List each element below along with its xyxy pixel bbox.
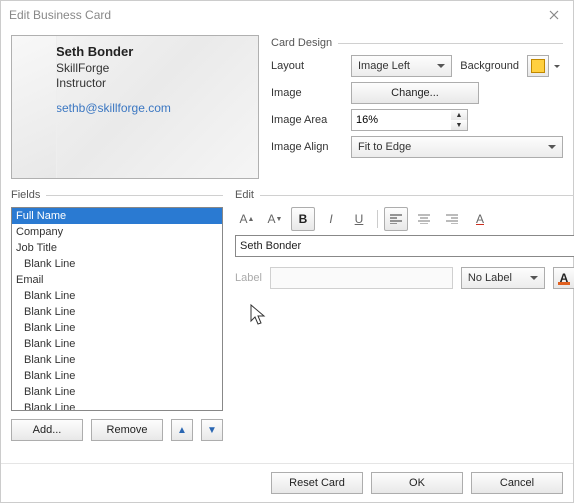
field-item[interactable]: Blank Line: [12, 288, 222, 304]
reset-card-button[interactable]: Reset Card: [271, 472, 363, 494]
field-item[interactable]: Company: [12, 224, 222, 240]
ok-button[interactable]: OK: [371, 472, 463, 494]
cursor-icon: [249, 303, 273, 327]
label-label: Label: [235, 272, 262, 284]
dialog-footer: Reset Card OK Cancel: [1, 463, 573, 502]
field-item[interactable]: Blank Line: [12, 304, 222, 320]
window-title: Edit Business Card: [9, 8, 111, 22]
remove-field-button[interactable]: Remove: [91, 419, 163, 441]
change-image-button[interactable]: Change...: [351, 82, 479, 104]
field-item[interactable]: Job Title: [12, 240, 222, 256]
add-field-button[interactable]: Add...: [11, 419, 83, 441]
field-item[interactable]: Email: [12, 272, 222, 288]
field-item[interactable]: Blank Line: [12, 320, 222, 336]
background-color-picker[interactable]: [527, 55, 549, 77]
field-item[interactable]: Full Name: [12, 208, 222, 224]
image-align-dropdown[interactable]: Fit to Edge: [351, 136, 563, 158]
card-preview: Seth Bonder SkillForge Instructor sethb@…: [11, 35, 259, 179]
edit-legend: Edit: [235, 189, 574, 201]
font-color-button[interactable]: A: [468, 207, 492, 231]
field-item[interactable]: Blank Line: [12, 400, 222, 411]
arrow-up-icon: ▲: [177, 425, 187, 436]
image-area-input[interactable]: [351, 109, 451, 131]
field-item[interactable]: Blank Line: [12, 368, 222, 384]
background-label: Background: [460, 60, 519, 72]
field-item[interactable]: Blank Line: [12, 384, 222, 400]
preview-email: sethb@skillforge.com: [56, 101, 248, 115]
titlebar: Edit Business Card: [1, 1, 573, 29]
move-up-button[interactable]: ▲: [171, 419, 193, 441]
preview-company: SkillForge: [56, 61, 248, 76]
align-center-button[interactable]: [412, 207, 436, 231]
preview-jobtitle: Instructor: [56, 76, 248, 91]
label-font-color-button[interactable]: A: [553, 267, 574, 289]
field-item[interactable]: Blank Line: [12, 352, 222, 368]
layout-label: Layout: [271, 60, 343, 72]
font-increase-button[interactable]: A▲: [235, 207, 259, 231]
spin-up-icon[interactable]: ▲: [451, 110, 467, 120]
fields-legend: Fields: [11, 189, 223, 201]
underline-button[interactable]: U: [347, 207, 371, 231]
card-preview-imagearea: [12, 36, 57, 178]
cancel-button[interactable]: Cancel: [471, 472, 563, 494]
preview-name: Seth Bonder: [56, 44, 248, 59]
image-area-spinner[interactable]: ▲ ▼: [351, 109, 563, 131]
spin-down-icon[interactable]: ▼: [451, 120, 467, 130]
card-design-legend: Card Design: [271, 37, 563, 49]
italic-button[interactable]: I: [319, 207, 343, 231]
bold-button[interactable]: B: [291, 207, 315, 231]
fields-listbox[interactable]: Full NameCompanyJob TitleBlank LineEmail…: [11, 207, 223, 411]
format-toolbar: A▲ A▼ B I U A: [235, 207, 574, 231]
edit-text-input[interactable]: [235, 235, 574, 257]
arrow-down-icon: ▼: [207, 425, 217, 436]
image-area-label: Image Area: [271, 114, 343, 126]
layout-dropdown[interactable]: Image Left: [351, 55, 452, 77]
toolbar-sep: [377, 210, 378, 228]
align-right-button[interactable]: [440, 207, 464, 231]
image-align-label: Image Align: [271, 141, 343, 153]
field-item[interactable]: Blank Line: [12, 336, 222, 352]
label-input: [270, 267, 453, 289]
move-down-button[interactable]: ▼: [201, 419, 223, 441]
card-design-panel: Card Design Layout Image Left Background…: [271, 35, 563, 179]
field-item[interactable]: Blank Line: [12, 256, 222, 272]
label-position-dropdown[interactable]: No Label: [461, 267, 545, 289]
align-left-button[interactable]: [384, 207, 408, 231]
close-icon[interactable]: [541, 5, 567, 25]
font-decrease-button[interactable]: A▼: [263, 207, 287, 231]
image-label: Image: [271, 87, 343, 99]
dialog-window: Edit Business Card Seth Bonder SkillForg…: [0, 0, 574, 503]
